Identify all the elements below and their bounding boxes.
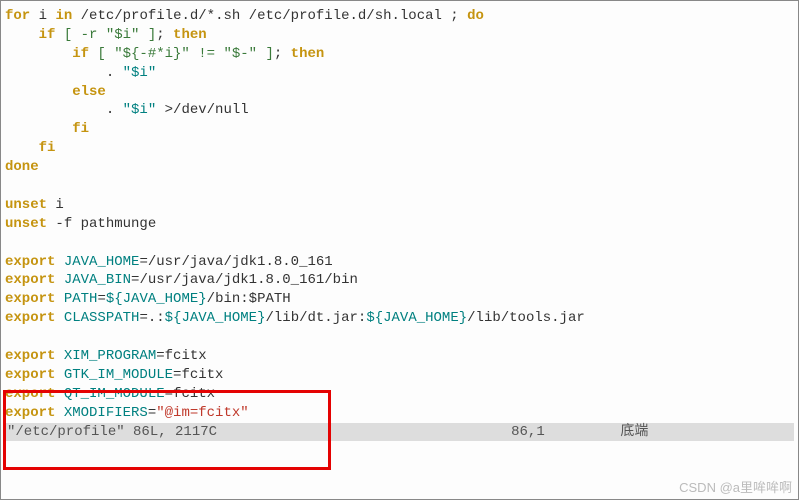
code-line: export CLASSPATH=.:${JAVA_HOME}/lib/dt.j… bbox=[5, 309, 794, 328]
code-line: for i in /etc/profile.d/*.sh /etc/profil… bbox=[5, 7, 794, 26]
kw-done: done bbox=[5, 159, 39, 175]
kw-export: export bbox=[5, 254, 55, 270]
code-line bbox=[5, 177, 794, 196]
kw-export: export bbox=[5, 405, 55, 421]
code-line: else bbox=[5, 83, 794, 102]
code-line: unset i bbox=[5, 196, 794, 215]
kw-then: then bbox=[173, 27, 207, 43]
kw-if: if bbox=[5, 27, 64, 43]
status-file: "/etc/profile" 86L, 2117C bbox=[7, 424, 217, 440]
code-line: export JAVA_BIN=/usr/java/jdk1.8.0_161/b… bbox=[5, 271, 794, 290]
watermark: CSDN @a里哞哞啊 bbox=[679, 479, 792, 497]
code-line: if [ -r "$i" ]; then bbox=[5, 26, 794, 45]
code-line: fi bbox=[5, 120, 794, 139]
kw-do: do bbox=[467, 8, 484, 24]
kw-export: export bbox=[5, 291, 55, 307]
code-line: export QT_IM_MODULE=fcitx bbox=[5, 385, 794, 404]
kw-export: export bbox=[5, 386, 55, 402]
kw-in: in bbox=[55, 8, 72, 24]
code-line: export JAVA_HOME=/usr/java/jdk1.8.0_161 bbox=[5, 253, 794, 272]
kw-export: export bbox=[5, 272, 55, 288]
kw-unset: unset bbox=[5, 216, 47, 232]
code-line: export XMODIFIERS="@im=fcitx" bbox=[5, 404, 794, 423]
kw-export: export bbox=[5, 348, 55, 364]
code-line: . "$i" >/dev/null bbox=[5, 101, 794, 120]
code-line: export PATH=${JAVA_HOME}/bin:$PATH bbox=[5, 290, 794, 309]
code-line: fi bbox=[5, 139, 794, 158]
code-line: done bbox=[5, 158, 794, 177]
code-line bbox=[5, 234, 794, 253]
status-mode: 底端 bbox=[620, 424, 648, 440]
status-position: 86,1 bbox=[511, 424, 545, 440]
code-line bbox=[5, 328, 794, 347]
code-line: unset -f pathmunge bbox=[5, 215, 794, 234]
code-line: export GTK_IM_MODULE=fcitx bbox=[5, 366, 794, 385]
code-line: if [ "${-#*i}" != "$-" ]; then bbox=[5, 45, 794, 64]
code-line: . "$i" bbox=[5, 64, 794, 83]
code-line: export XIM_PROGRAM=fcitx bbox=[5, 347, 794, 366]
code-editor[interactable]: for i in /etc/profile.d/*.sh /etc/profil… bbox=[5, 7, 794, 423]
kw-fi: fi bbox=[5, 140, 55, 156]
kw-export: export bbox=[5, 367, 55, 383]
kw-then: then bbox=[291, 46, 325, 62]
kw-export: export bbox=[5, 310, 55, 326]
kw-else: else bbox=[5, 84, 106, 100]
kw-for: for bbox=[5, 8, 30, 24]
status-bar: "/etc/profile" 86L, 2117C 86,1 底端 bbox=[5, 423, 794, 442]
kw-fi: fi bbox=[5, 121, 89, 137]
kw-unset: unset bbox=[5, 197, 47, 213]
kw-if: if bbox=[5, 46, 97, 62]
